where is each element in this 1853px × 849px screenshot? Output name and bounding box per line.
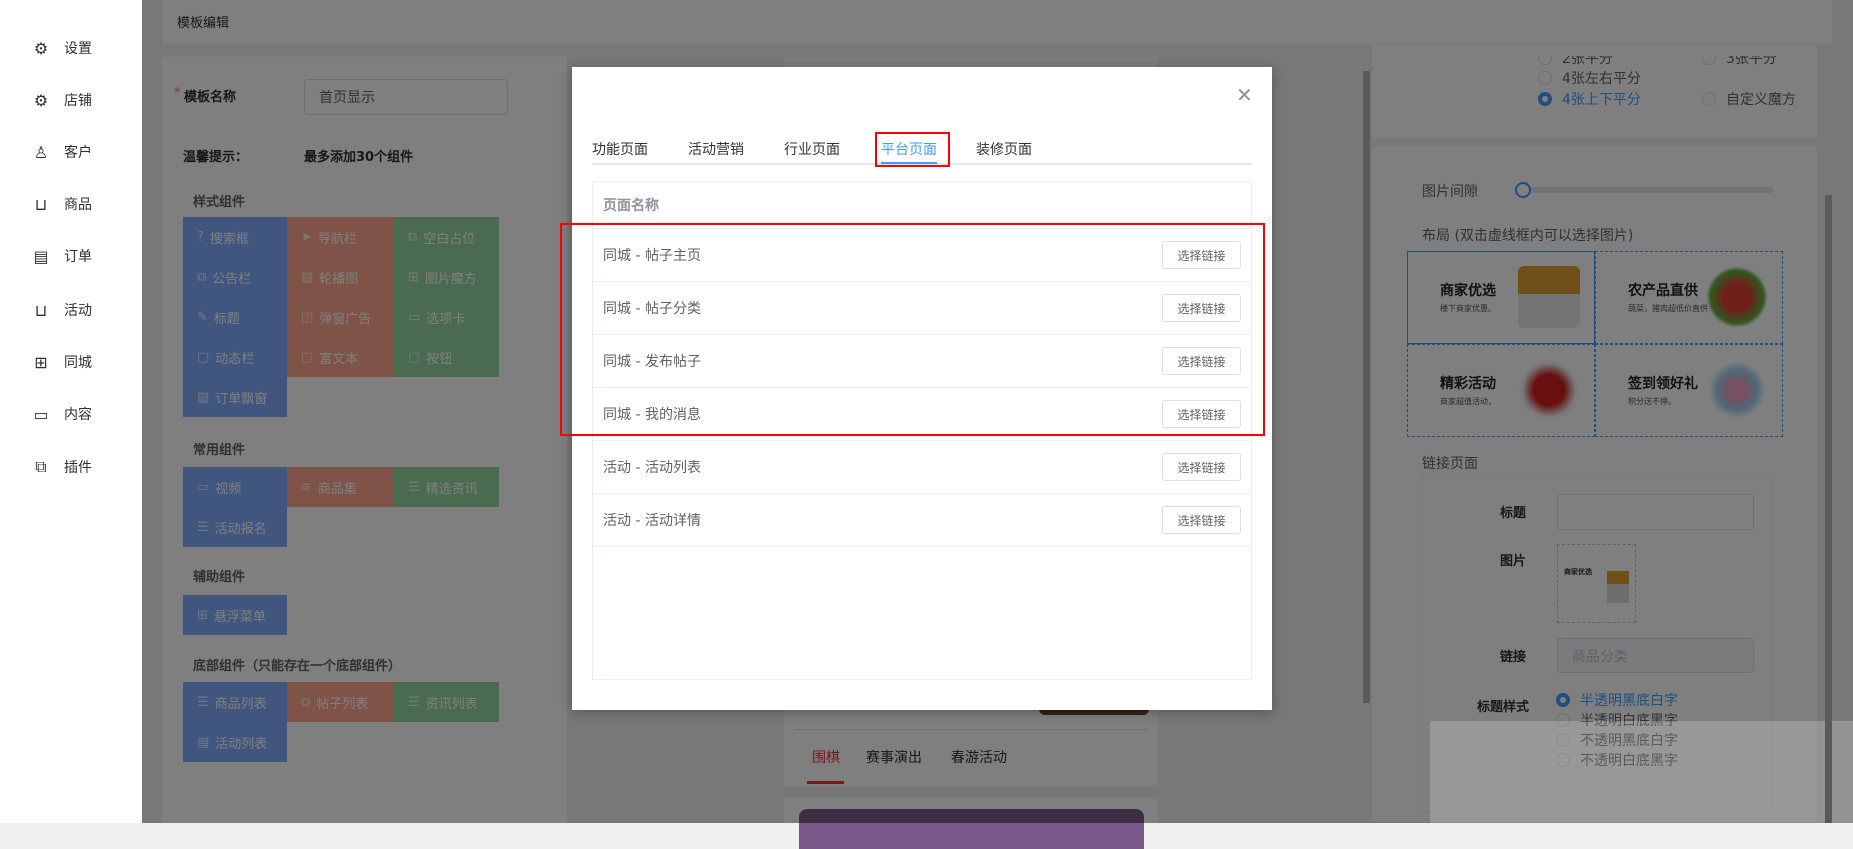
- sidebar-item-label: 订单: [64, 249, 92, 265]
- gear-icon: ⚙: [33, 38, 49, 58]
- sidebar-item-label: 设置: [64, 41, 92, 57]
- shop-gear-icon: ⚙: [33, 90, 49, 110]
- calendar-icon: ▤: [33, 246, 49, 266]
- bag-icon: ⊔: [34, 300, 48, 320]
- sidebar-item-1[interactable]: ⚙ 店铺: [32, 88, 92, 112]
- column-header: 页面名称: [603, 198, 659, 214]
- highlight-tab-box: [875, 132, 950, 167]
- sidebar: ⚙ 设置 ⚙ 店铺 ♙ 客户 ⊔ 商品 ▤ 订单 ⊔ 活动 ⊞ 同城 ▭ 内容 ⧉ 插件: [0, 0, 142, 823]
- tab-0[interactable]: 功能页面: [592, 139, 648, 159]
- page-name: 活动 - 活动详情: [603, 513, 701, 529]
- select-link-button[interactable]: 选择链接: [1162, 506, 1241, 534]
- table-row: 活动 - 活动列表 选择链接: [593, 441, 1251, 494]
- sidebar-item-label: 同城: [64, 355, 92, 371]
- sidebar-item-0[interactable]: ⚙ 设置: [32, 36, 92, 60]
- sidebar-item-label: 活动: [64, 303, 92, 319]
- close-icon[interactable]: ✕: [1236, 85, 1253, 105]
- sidebar-item-8[interactable]: ⧉ 插件: [32, 455, 92, 479]
- tab-4[interactable]: 装修页面: [976, 139, 1032, 159]
- sidebar-item-5[interactable]: ⊔ 活动: [32, 298, 92, 322]
- select-link-button[interactable]: 选择链接: [1162, 453, 1241, 481]
- bag-icon: ⊔: [34, 194, 48, 214]
- sidebar-item-6[interactable]: ⊞ 同城: [32, 350, 92, 374]
- toast-area: [1430, 721, 1853, 823]
- user-icon: ♙: [33, 142, 49, 162]
- sidebar-item-7[interactable]: ▭ 内容: [32, 402, 92, 426]
- sidebar-item-label: 店铺: [64, 93, 92, 109]
- sidebar-item-3[interactable]: ⊔ 商品: [32, 192, 92, 216]
- sidebar-item-label: 商品: [64, 197, 92, 213]
- table-header: 页面名称: [593, 182, 1251, 229]
- tab-2[interactable]: 行业页面: [784, 139, 840, 159]
- grid-icon: ⊞: [34, 352, 48, 372]
- sidebar-item-label: 内容: [64, 407, 92, 423]
- scrollbar-right[interactable]: [1825, 195, 1832, 823]
- tab-1[interactable]: 活动营销: [688, 139, 744, 159]
- article-icon: ▭: [33, 404, 49, 424]
- page-name: 活动 - 活动列表: [603, 460, 701, 476]
- sidebar-item-label: 客户: [64, 145, 92, 161]
- sidebar-item-2[interactable]: ♙ 客户: [32, 140, 92, 164]
- scrollbar-middle[interactable]: [1363, 71, 1370, 703]
- highlight-rows-box: [560, 223, 1265, 436]
- table-row: 活动 - 活动详情 选择链接: [593, 494, 1251, 547]
- puzzle-icon: ⧉: [35, 457, 47, 476]
- sidebar-item-4[interactable]: ▤ 订单: [32, 244, 92, 268]
- sidebar-item-label: 插件: [64, 460, 92, 476]
